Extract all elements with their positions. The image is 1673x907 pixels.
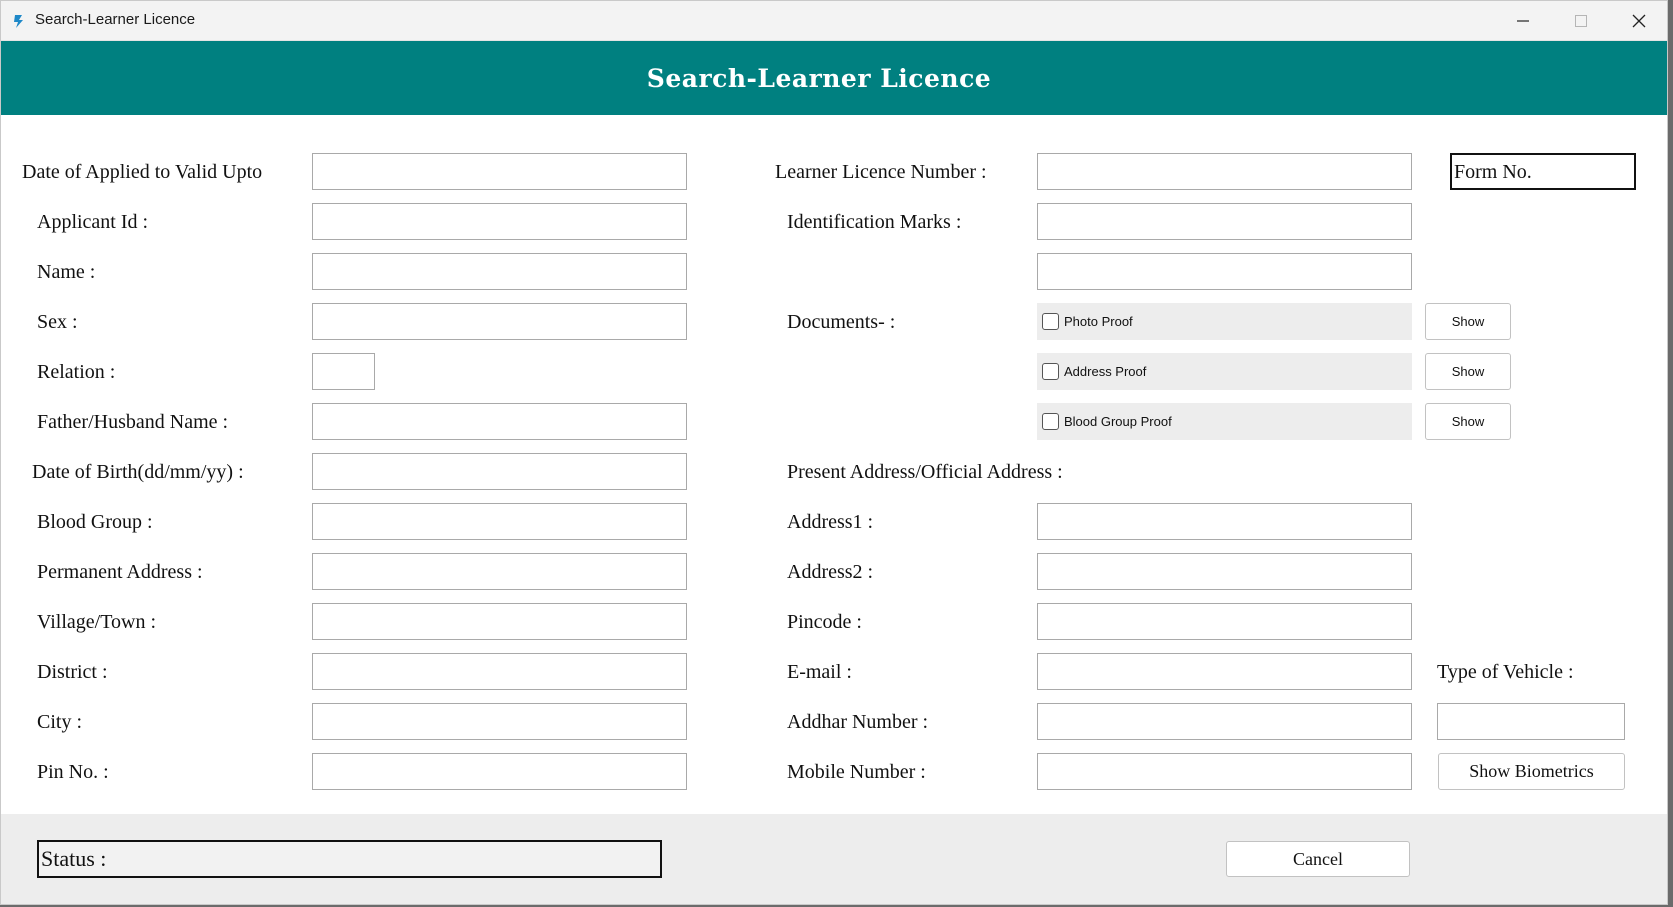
- date-applied-valid-input[interactable]: [312, 153, 687, 190]
- label-identification-marks: Identification Marks :: [787, 211, 962, 233]
- address2-input[interactable]: [1037, 553, 1412, 590]
- address-proof-label: Address Proof: [1064, 364, 1147, 379]
- label-blood-group: Blood Group :: [37, 511, 153, 533]
- identification-marks-input-1[interactable]: [1037, 203, 1412, 240]
- permanent-address-input[interactable]: [312, 553, 687, 590]
- label-city: City :: [37, 711, 83, 733]
- city-input[interactable]: [312, 703, 687, 740]
- label-addhar-number: Addhar Number :: [787, 711, 929, 733]
- label-village-town: Village/Town :: [37, 611, 157, 633]
- cancel-button[interactable]: Cancel: [1226, 841, 1410, 877]
- blood-group-proof-checkbox[interactable]: [1042, 413, 1059, 430]
- sex-input[interactable]: [312, 303, 687, 340]
- learner-licence-number-input[interactable]: [1037, 153, 1412, 190]
- app-window: Search-Learner Licence Search-Learner Li…: [0, 0, 1668, 905]
- label-father-husband-name: Father/Husband Name :: [37, 411, 229, 433]
- show-photo-proof-button[interactable]: Show: [1425, 303, 1511, 340]
- label-date-of-birth: Date of Birth(dd/mm/yy) :: [32, 461, 244, 483]
- page-title: Search-Learner Licence: [646, 63, 992, 93]
- type-of-vehicle-input[interactable]: [1437, 703, 1625, 740]
- label-type-of-vehicle: Type of Vehicle :: [1437, 661, 1574, 683]
- email-input[interactable]: [1037, 653, 1412, 690]
- header-banner: Search-Learner Licence: [1, 41, 1667, 115]
- show-address-proof-button[interactable]: Show: [1425, 353, 1511, 390]
- app-icon: [14, 15, 23, 28]
- blood-group-proof-label: Blood Group Proof: [1064, 414, 1172, 429]
- show-blood-group-proof-button[interactable]: Show: [1425, 403, 1511, 440]
- label-name: Name :: [37, 261, 96, 283]
- label-present-address: Present Address/Official Address :: [787, 461, 1063, 483]
- photo-proof-checkbox[interactable]: [1042, 313, 1059, 330]
- label-learner-licence-number: Learner Licence Number :: [775, 161, 987, 183]
- minimize-icon: [1517, 20, 1529, 22]
- minimize-button[interactable]: [1494, 1, 1552, 41]
- document-row-blood-group-proof: Blood Group Proof: [1037, 403, 1412, 440]
- close-icon: [1632, 14, 1646, 28]
- father-husband-name-input[interactable]: [312, 403, 687, 440]
- label-date-applied-valid: Date of Applied to Valid Upto: [22, 161, 263, 183]
- document-row-photo-proof: Photo Proof: [1037, 303, 1412, 340]
- address1-input[interactable]: [1037, 503, 1412, 540]
- label-documents: Documents- :: [787, 311, 896, 333]
- addhar-number-input[interactable]: [1037, 703, 1412, 740]
- label-pin-no: Pin No. :: [37, 761, 109, 783]
- maximize-button[interactable]: [1552, 1, 1610, 41]
- blood-group-input[interactable]: [312, 503, 687, 540]
- photo-proof-label: Photo Proof: [1064, 314, 1133, 329]
- close-button[interactable]: [1610, 1, 1667, 41]
- form-no-field[interactable]: Form No.: [1450, 153, 1636, 190]
- label-pincode: Pincode :: [787, 611, 862, 633]
- window-title: Search-Learner Licence: [35, 11, 196, 28]
- pin-no-input[interactable]: [312, 753, 687, 790]
- label-address2: Address2 :: [787, 561, 874, 583]
- identification-marks-input-2[interactable]: [1037, 253, 1412, 290]
- name-input[interactable]: [312, 253, 687, 290]
- pincode-input[interactable]: [1037, 603, 1412, 640]
- maximize-icon: [1575, 15, 1587, 27]
- relation-input[interactable]: [312, 353, 375, 390]
- status-field: Status :: [37, 840, 662, 878]
- label-email: E-mail :: [787, 661, 852, 683]
- date-of-birth-input[interactable]: [312, 453, 687, 490]
- label-address1: Address1 :: [787, 511, 874, 533]
- district-input[interactable]: [312, 653, 687, 690]
- document-row-address-proof: Address Proof: [1037, 353, 1412, 390]
- label-applicant-id: Applicant Id :: [37, 211, 149, 233]
- applicant-id-input[interactable]: [312, 203, 687, 240]
- label-mobile-number: Mobile Number :: [787, 761, 926, 783]
- show-biometrics-button[interactable]: Show Biometrics: [1438, 753, 1625, 790]
- village-town-input[interactable]: [312, 603, 687, 640]
- label-sex: Sex :: [37, 311, 78, 333]
- title-bar: Search-Learner Licence: [1, 1, 1667, 41]
- label-permanent-address: Permanent Address :: [37, 561, 203, 583]
- label-district: District :: [37, 661, 108, 683]
- address-proof-checkbox[interactable]: [1042, 363, 1059, 380]
- mobile-number-input[interactable]: [1037, 753, 1412, 790]
- label-relation: Relation :: [37, 361, 116, 383]
